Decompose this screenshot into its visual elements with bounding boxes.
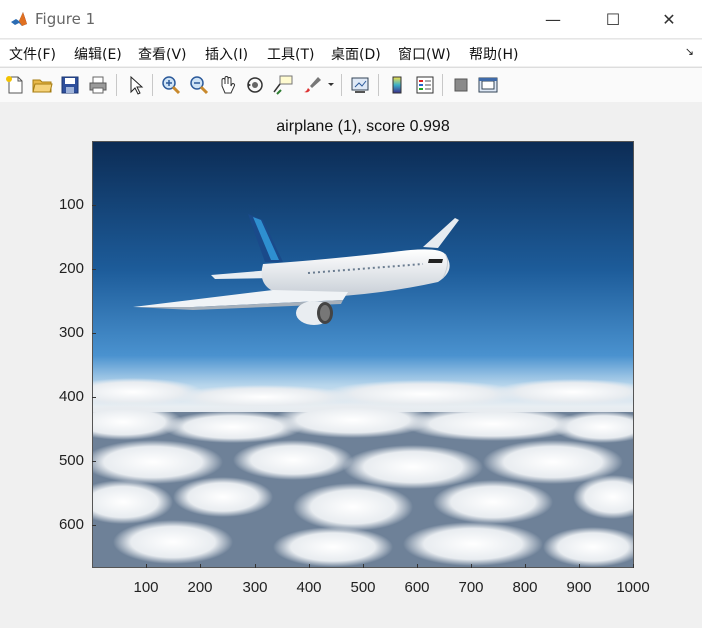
menu-window[interactable]: 窗口(W) bbox=[398, 44, 451, 64]
toolbar-separator bbox=[442, 74, 443, 96]
xtick-mark bbox=[525, 564, 526, 568]
image-axes[interactable] bbox=[92, 141, 634, 568]
xtick-label: 600 bbox=[404, 579, 430, 596]
xtick-mark bbox=[255, 564, 256, 568]
hide-plot-tools-icon[interactable] bbox=[450, 74, 472, 96]
dock-arrow-icon[interactable]: ↘ bbox=[685, 45, 694, 58]
menu-tools[interactable]: 工具(T) bbox=[267, 44, 314, 64]
toolbar-separator bbox=[341, 74, 342, 96]
airplane-photo bbox=[93, 142, 633, 567]
maximize-button[interactable]: ☐ bbox=[590, 0, 636, 38]
menu-bar: 文件(F) 编辑(E) 查看(V) 插入(I) 工具(T) 桌面(D) 窗口(W… bbox=[0, 40, 702, 66]
ytick-mark bbox=[92, 397, 96, 398]
xtick-mark bbox=[363, 564, 364, 568]
menu-help[interactable]: 帮助(H) bbox=[469, 44, 518, 64]
ytick-mark bbox=[92, 333, 96, 334]
menu-edit[interactable]: 编辑(E) bbox=[74, 44, 122, 64]
link-plot-icon[interactable] bbox=[349, 74, 371, 96]
ytick-label: 300 bbox=[58, 324, 84, 341]
title-bar[interactable]: Figure 1 — ☐ ✕ bbox=[0, 0, 702, 39]
menu-file[interactable]: 文件(F) bbox=[9, 44, 56, 64]
window-title: Figure 1 bbox=[35, 10, 96, 28]
zoom-in-icon[interactable] bbox=[160, 74, 182, 96]
minimize-icon: — bbox=[545, 9, 561, 29]
show-plot-tools-icon[interactable] bbox=[477, 74, 499, 96]
toolbar-separator bbox=[152, 74, 153, 96]
minimize-button[interactable]: — bbox=[530, 0, 576, 38]
ytick-label: 500 bbox=[58, 452, 84, 469]
ytick-mark bbox=[92, 269, 96, 270]
ytick-label: 100 bbox=[58, 196, 84, 213]
xtick-mark bbox=[633, 564, 634, 568]
rotate-3d-icon[interactable] bbox=[244, 74, 266, 96]
xtick-mark bbox=[200, 564, 201, 568]
xtick-label: 300 bbox=[242, 579, 268, 596]
xtick-mark bbox=[579, 564, 580, 568]
xtick-mark bbox=[309, 564, 310, 568]
menu-desktop[interactable]: 桌面(D) bbox=[331, 44, 381, 64]
xtick-mark bbox=[146, 564, 147, 568]
ytick-label: 600 bbox=[58, 516, 84, 533]
figure-window: Figure 1 — ☐ ✕ 文件(F) 编辑(E) 查看(V) 插入(I) 工… bbox=[0, 0, 702, 628]
menu-insert[interactable]: 插入(I) bbox=[205, 44, 248, 64]
xtick-label: 900 bbox=[566, 579, 592, 596]
figure-toolbar bbox=[0, 67, 702, 103]
save-icon[interactable] bbox=[59, 74, 81, 96]
xtick-label: 700 bbox=[458, 579, 484, 596]
new-figure-icon[interactable] bbox=[4, 74, 26, 96]
close-button[interactable]: ✕ bbox=[646, 0, 692, 38]
open-file-icon[interactable] bbox=[31, 74, 53, 96]
close-icon: ✕ bbox=[662, 9, 676, 29]
xtick-label: 1000 bbox=[616, 579, 650, 596]
ytick-mark bbox=[92, 525, 96, 526]
menu-view[interactable]: 查看(V) bbox=[138, 44, 187, 64]
xtick-label: 100 bbox=[133, 579, 159, 596]
matlab-logo-icon bbox=[10, 10, 28, 28]
xtick-mark bbox=[471, 564, 472, 568]
zoom-out-icon[interactable] bbox=[188, 74, 210, 96]
xtick-label: 800 bbox=[512, 579, 538, 596]
xtick-label: 200 bbox=[187, 579, 213, 596]
edit-plot-arrow-icon[interactable] bbox=[124, 74, 146, 96]
xtick-label: 500 bbox=[350, 579, 376, 596]
maximize-icon: ☐ bbox=[605, 9, 621, 29]
toolbar-separator bbox=[116, 74, 117, 96]
xtick-mark bbox=[417, 564, 418, 568]
brush-icon[interactable] bbox=[300, 74, 322, 96]
ytick-label: 400 bbox=[58, 388, 84, 405]
pan-hand-icon[interactable] bbox=[216, 74, 238, 96]
chevron-down-icon[interactable] bbox=[327, 82, 335, 88]
ytick-mark bbox=[92, 461, 96, 462]
colorbar-icon[interactable] bbox=[386, 74, 408, 96]
toolbar-separator bbox=[378, 74, 379, 96]
axes-title: airplane (1), score 0.998 bbox=[276, 118, 450, 135]
xtick-label: 400 bbox=[296, 579, 322, 596]
data-cursor-icon[interactable] bbox=[272, 74, 294, 96]
print-icon[interactable] bbox=[87, 74, 109, 96]
ytick-label: 200 bbox=[58, 260, 84, 277]
ytick-mark bbox=[92, 205, 96, 206]
legend-icon[interactable] bbox=[414, 74, 436, 96]
